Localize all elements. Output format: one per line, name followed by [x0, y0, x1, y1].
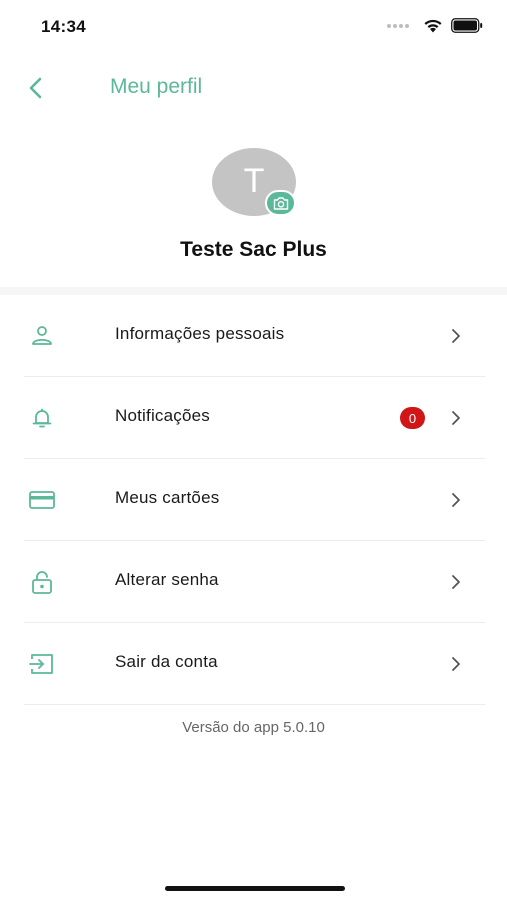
profile-name: Teste Sac Plus — [180, 238, 327, 261]
app-version: Versão do app 5.0.10 — [182, 719, 325, 736]
logout-icon — [29, 654, 53, 674]
bell-icon — [32, 408, 52, 428]
chevron-right-icon — [452, 329, 460, 343]
profile-menu: Informações pessoais Notificações 0 Meus… — [0, 295, 507, 705]
camera-icon — [273, 196, 288, 210]
menu-item-label: Informações pessoais — [115, 324, 285, 343]
menu-item-logout[interactable]: Sair da conta — [0, 623, 507, 705]
row-divider — [24, 704, 485, 705]
menu-item-personal-info[interactable]: Informações pessoais — [0, 295, 507, 377]
menu-item-my-cards[interactable]: Meus cartões — [0, 459, 507, 541]
notification-count-badge: 0 — [400, 407, 425, 429]
chevron-left-icon — [29, 77, 42, 99]
wifi-icon — [424, 19, 442, 33]
credit-card-icon — [29, 491, 55, 509]
chevron-right-icon — [452, 657, 460, 671]
change-photo-button[interactable] — [265, 190, 296, 216]
battery-icon — [451, 18, 483, 33]
signal-icon — [387, 23, 409, 28]
menu-item-change-password[interactable]: Alterar senha — [0, 541, 507, 623]
section-divider — [0, 287, 507, 295]
menu-item-label: Meus cartões — [115, 488, 220, 507]
user-icon — [32, 326, 52, 345]
status-bar: 14:34 — [0, 0, 507, 52]
menu-item-notifications[interactable]: Notificações 0 — [0, 377, 507, 459]
menu-item-label: Alterar senha — [115, 570, 219, 589]
nav-bar: Meu perfil — [0, 62, 507, 112]
home-indicator[interactable] — [165, 886, 345, 891]
page-title: Meu perfil — [110, 75, 203, 98]
profile-header: T Teste Sac Plus — [0, 148, 507, 285]
status-time: 14:34 — [41, 17, 86, 36]
chevron-right-icon — [452, 493, 460, 507]
status-icons — [387, 18, 483, 33]
back-button[interactable] — [22, 74, 50, 102]
chevron-right-icon — [452, 411, 460, 425]
lock-icon — [32, 571, 52, 594]
menu-item-label: Sair da conta — [115, 652, 218, 671]
chevron-right-icon — [452, 575, 460, 589]
menu-item-label: Notificações — [115, 406, 210, 425]
